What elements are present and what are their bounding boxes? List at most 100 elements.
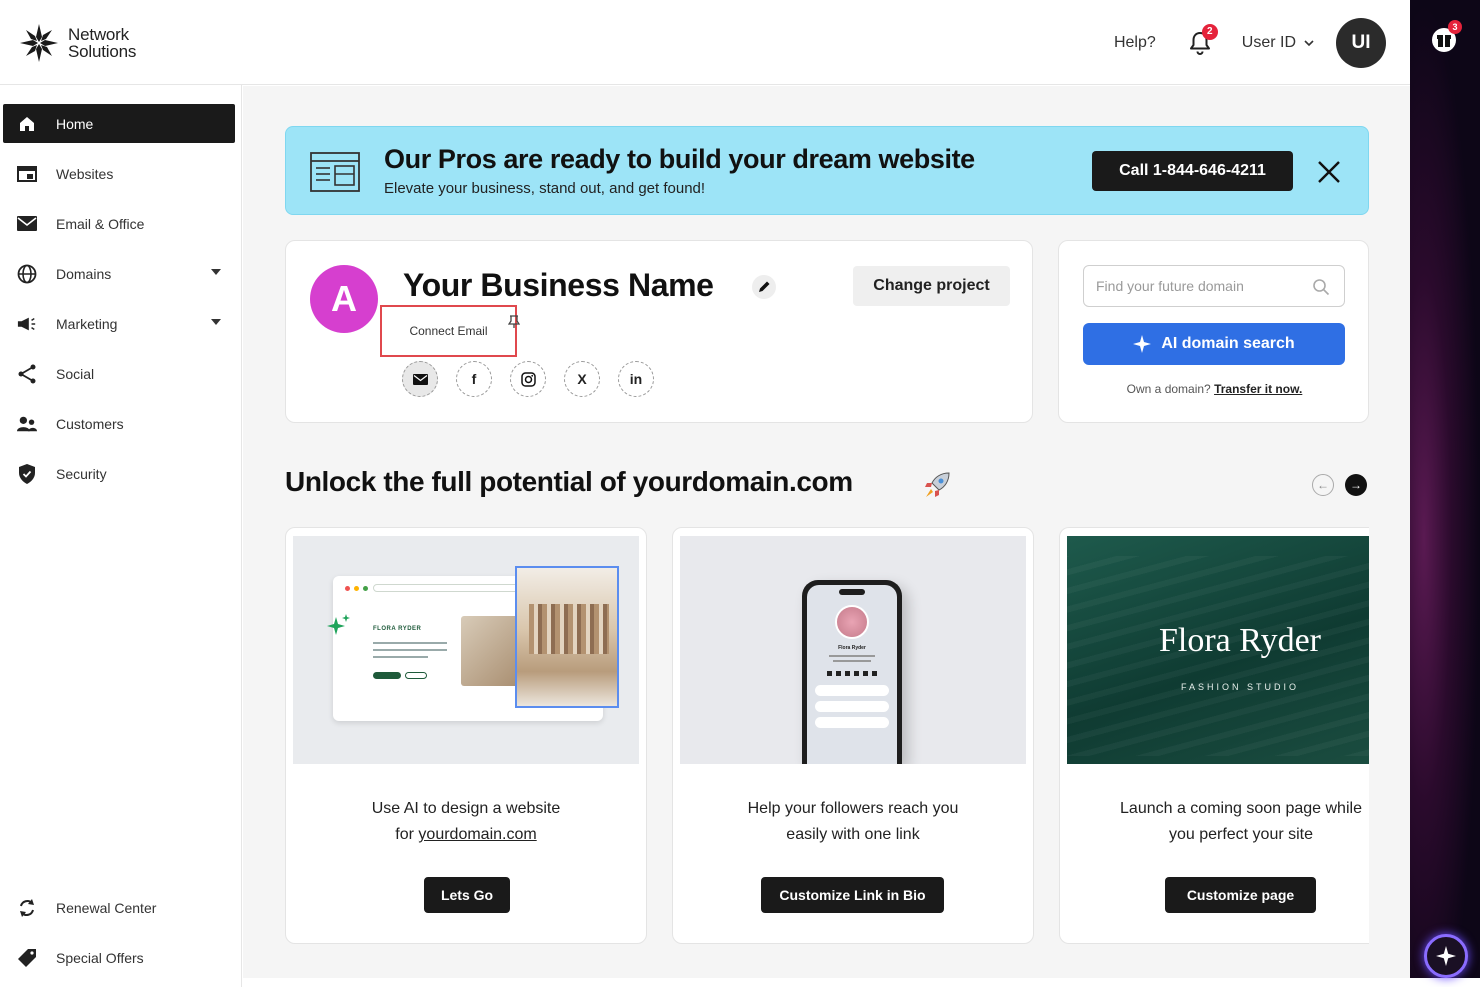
sidebar-item-email-office[interactable]: Email & Office bbox=[3, 204, 235, 243]
banner-subtitle: Elevate your business, stand out, and ge… bbox=[384, 180, 706, 197]
main-content: Our Pros are ready to build your dream w… bbox=[243, 86, 1410, 978]
sidebar-item-websites[interactable]: Websites bbox=[3, 154, 235, 193]
sidebar-item-domains[interactable]: Domains bbox=[3, 254, 235, 293]
social-facebook-button[interactable]: f bbox=[456, 361, 492, 397]
coming-soon-illustration: Flora Ryder FASHION STUDIO bbox=[1067, 536, 1369, 764]
domain-search-field[interactable] bbox=[1083, 265, 1345, 307]
caret-down-icon bbox=[211, 319, 221, 325]
rocket-icon bbox=[925, 472, 950, 497]
customize-link-in-bio-button[interactable]: Customize Link in Bio bbox=[761, 877, 944, 913]
business-avatar[interactable]: A bbox=[310, 265, 378, 333]
globe-icon bbox=[17, 264, 37, 284]
promo-card-ai-website: FLORA RYDER Use AI to design a website f… bbox=[285, 527, 647, 944]
brand-line-1: Network bbox=[68, 25, 129, 44]
renewal-icon bbox=[17, 898, 37, 918]
facebook-icon: f bbox=[471, 371, 477, 387]
caret-down-icon bbox=[211, 269, 221, 275]
megaphone-icon bbox=[17, 314, 37, 334]
sidebar-item-marketing[interactable]: Marketing bbox=[3, 304, 235, 343]
notification-count-badge: 2 bbox=[1201, 24, 1218, 40]
link-in-bio-illustration: Flora Ryder bbox=[680, 536, 1026, 764]
shield-icon bbox=[17, 463, 37, 484]
social-x-button[interactable]: X bbox=[564, 361, 600, 397]
domain-search-card: AI domain search Own a domain? Transfer … bbox=[1058, 240, 1369, 423]
sidebar-item-special-offers[interactable]: Special Offers bbox=[3, 938, 235, 977]
sidebar-item-customers[interactable]: Customers bbox=[3, 404, 235, 443]
sidebar-item-security[interactable]: Security bbox=[3, 454, 235, 493]
sidebar-item-social[interactable]: Social bbox=[3, 354, 235, 393]
arrow-right-icon: → bbox=[1350, 478, 1362, 492]
x-icon: X bbox=[577, 371, 587, 387]
instagram-icon bbox=[520, 371, 536, 387]
sparkle-icon bbox=[1133, 335, 1152, 353]
change-project-button[interactable]: Change project bbox=[853, 266, 1010, 306]
brand-line-2: Solutions bbox=[68, 42, 137, 61]
sidebar-item-home[interactable]: Home bbox=[3, 104, 235, 143]
promo-card-link-in-bio: Flora Ryder Help your followers reach yo… bbox=[672, 527, 1034, 944]
email-icon bbox=[17, 214, 37, 234]
websites-icon bbox=[17, 164, 37, 184]
hero-subtitle: FASHION STUDIO bbox=[1180, 682, 1299, 692]
ai-assistant-button[interactable] bbox=[1424, 934, 1468, 978]
brand-logo[interactable]: Network Solutions bbox=[18, 22, 136, 64]
website-layout-icon bbox=[310, 152, 360, 192]
phone-mockup: Flora Ryder bbox=[802, 580, 902, 764]
carousel-prev-button[interactable]: ← bbox=[1312, 474, 1334, 496]
share-icon bbox=[17, 364, 37, 384]
social-instagram-button[interactable] bbox=[510, 361, 546, 397]
tag-icon bbox=[17, 948, 37, 968]
connect-email-tooltip: Connect Email bbox=[380, 305, 517, 357]
network-solutions-logo-icon bbox=[20, 24, 58, 62]
chevron-down-icon[interactable] bbox=[1304, 38, 1314, 48]
gift-count-badge: 3 bbox=[1448, 20, 1462, 34]
mock-profile-name: Flora Ryder bbox=[838, 645, 866, 651]
promo-banner: Our Pros are ready to build your dream w… bbox=[285, 126, 1369, 215]
assistant-side-strip: 3 bbox=[1410, 0, 1480, 978]
hero-title: Flora Ryder bbox=[1159, 622, 1321, 659]
promo-description: Launch a coming soon page while you perf… bbox=[1120, 800, 1362, 843]
selected-image-frame bbox=[515, 566, 619, 708]
social-links-row: f X in bbox=[402, 361, 654, 397]
transfer-link[interactable]: Transfer it now. bbox=[1214, 382, 1302, 396]
sidebar-item-renewal-center[interactable]: Renewal Center bbox=[3, 888, 235, 927]
section-title: Unlock the full potential of yourdomain.… bbox=[285, 466, 853, 497]
domain-link[interactable]: yourdomain.com bbox=[418, 826, 536, 843]
social-email-button[interactable] bbox=[402, 361, 438, 397]
customize-page-button[interactable]: Customize page bbox=[1165, 877, 1316, 913]
business-name: Your Business Name bbox=[403, 267, 714, 303]
mail-icon bbox=[412, 373, 428, 385]
promo-description: Help your followers reach you easily wit… bbox=[747, 800, 959, 843]
help-link[interactable]: Help? bbox=[1114, 34, 1156, 52]
user-avatar[interactable]: UI bbox=[1336, 18, 1386, 68]
close-icon[interactable] bbox=[1316, 159, 1342, 185]
promo-description: Use AI to design a website for yourdomai… bbox=[371, 800, 561, 843]
social-linkedin-button[interactable]: in bbox=[618, 361, 654, 397]
profile-picture bbox=[835, 605, 869, 639]
transfer-domain-text: Own a domain? Transfer it now. bbox=[1126, 382, 1303, 396]
customers-icon bbox=[17, 414, 37, 434]
mock-brand-text: FLORA RYDER bbox=[373, 626, 422, 632]
linkedin-icon: in bbox=[629, 371, 643, 387]
pencil-icon bbox=[759, 281, 770, 292]
search-icon[interactable] bbox=[1312, 278, 1330, 296]
arrow-left-icon: ← bbox=[1317, 478, 1329, 492]
home-icon bbox=[17, 114, 37, 134]
clothing-photo bbox=[461, 616, 523, 686]
banner-title: Our Pros are ready to build your dream w… bbox=[384, 144, 975, 174]
user-id-menu[interactable]: User ID bbox=[1242, 34, 1296, 52]
sidebar-nav: Home Websites Email & Office Domains Mar… bbox=[0, 85, 242, 987]
pin-icon bbox=[508, 315, 520, 328]
carousel-next-button[interactable]: → bbox=[1345, 474, 1367, 496]
sparkle-icon bbox=[327, 614, 350, 635]
edit-name-button[interactable] bbox=[752, 275, 776, 299]
lets-go-button[interactable]: Lets Go bbox=[424, 877, 510, 913]
sparkle-icon bbox=[1436, 946, 1456, 966]
business-card: A Your Business Name Change project Conn… bbox=[285, 240, 1033, 423]
ai-domain-search-button[interactable]: AI domain search bbox=[1083, 323, 1345, 365]
call-phone-button[interactable]: Call 1-844-646-4211 bbox=[1092, 151, 1293, 191]
domain-search-input[interactable] bbox=[1096, 278, 1306, 294]
promo-card-coming-soon: Flora Ryder FASHION STUDIO Launch a comi… bbox=[1059, 527, 1369, 944]
notifications-button[interactable]: 2 bbox=[1188, 24, 1218, 56]
ai-website-illustration: FLORA RYDER bbox=[293, 536, 639, 764]
top-header: Network Solutions Help? 2 User ID UI bbox=[0, 0, 1410, 85]
